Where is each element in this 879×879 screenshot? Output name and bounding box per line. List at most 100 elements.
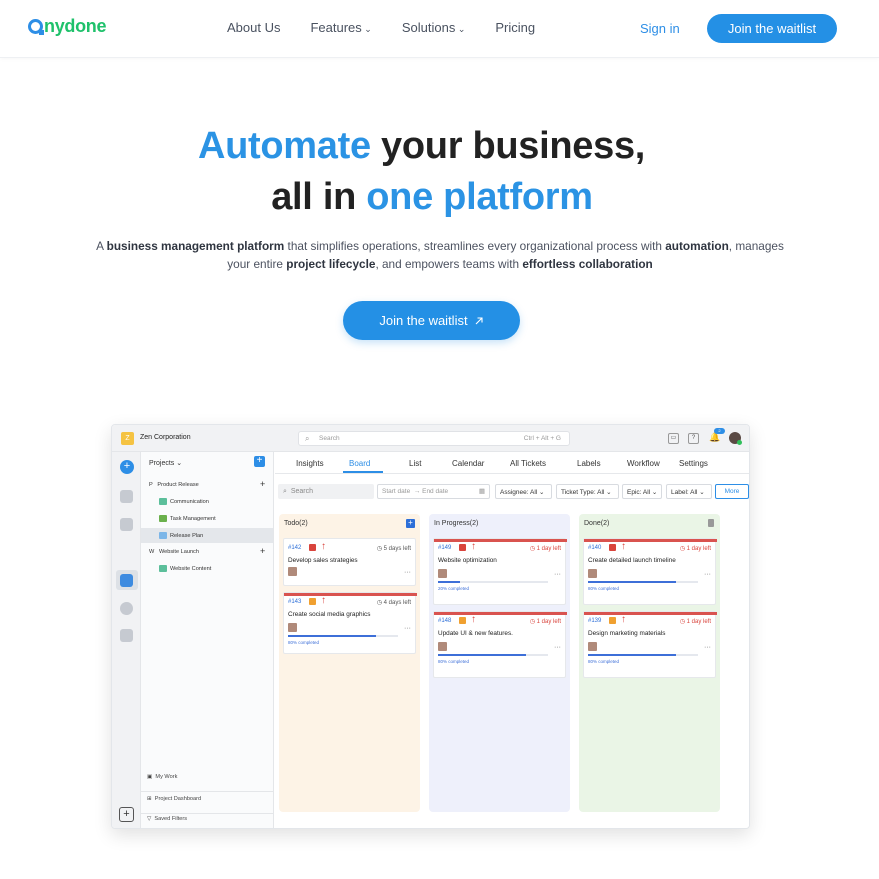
progress-label: 80% completed <box>438 659 470 664</box>
card-menu-icon[interactable]: ··· <box>554 644 561 651</box>
add-subitem-icon[interactable]: + <box>260 546 265 556</box>
card-title: Design marketing materials <box>588 630 666 637</box>
app-search-bar[interactable]: ⌕ Search Ctrl + Alt + G <box>298 431 570 446</box>
assignee-avatar <box>288 623 297 632</box>
sign-in-link[interactable]: Sign in <box>640 21 680 36</box>
card-menu-icon[interactable]: ··· <box>404 569 411 576</box>
onydone-logo[interactable]: nydone <box>28 16 107 37</box>
top-navbar: nydone About Us Features Solutions Prici… <box>0 0 879 58</box>
progress-label: 80% completed <box>588 659 620 664</box>
progress-fill <box>438 581 460 583</box>
card-menu-icon[interactable]: ··· <box>704 571 711 578</box>
add-project-button[interactable]: + <box>254 456 265 467</box>
priority-icon <box>609 544 616 551</box>
apps-grid-icon[interactable] <box>120 629 133 642</box>
card-menu-icon[interactable]: ··· <box>554 571 561 578</box>
tab-workflow[interactable]: Workflow <box>627 459 660 468</box>
assignee-filter[interactable]: Assignee: All ⌄ <box>495 484 552 499</box>
home-icon[interactable] <box>120 490 133 503</box>
task-card[interactable]: #143 ↑ ◷ 4 days left Create social media gr… <box>283 592 417 654</box>
task-card[interactable]: #148 ↑ ◷ 1 day left Update UI & new feature… <box>433 611 567 678</box>
card-status-stripe <box>284 593 417 596</box>
project-sidebar: Projects ⌄ + P Product Release + Communi… <box>141 452 274 828</box>
task-card[interactable]: #140 ↑ ◷ 1 day left Create detailed launch … <box>583 538 717 605</box>
online-status-dot <box>737 440 742 445</box>
help-icon[interactable]: ? <box>688 433 699 444</box>
org-avatar: Z <box>121 432 134 445</box>
progress-bar <box>288 635 398 637</box>
trash-icon[interactable] <box>708 519 714 527</box>
org-name: Zen Corporation <box>140 434 191 441</box>
nav-about-us[interactable]: About Us <box>227 20 280 35</box>
add-workspace-icon[interactable]: + <box>119 807 134 822</box>
progress-bar <box>438 654 548 656</box>
label-filter[interactable]: Label: All ⌄ <box>666 484 712 499</box>
chat-icon[interactable] <box>120 518 133 531</box>
logo-text: nydone <box>44 16 107 36</box>
app-preview-screenshot: Z Zen Corporation ⌕ Search Ctrl + Alt + … <box>111 424 750 829</box>
task-card[interactable]: #149 ↑ ◷ 1 day left Website optimization ···… <box>433 538 567 605</box>
card-title: Create detailed launch timeline <box>588 557 676 564</box>
column-title: Todo(2) <box>284 520 308 527</box>
tab-calendar[interactable]: Calendar <box>452 459 484 468</box>
tree-item-website-content[interactable]: Website Content <box>159 565 211 572</box>
epic-filter[interactable]: Epic: All ⌄ <box>622 484 662 499</box>
progress-bar <box>588 654 698 656</box>
progress-fill <box>288 635 376 637</box>
settings-gear-icon[interactable] <box>120 602 133 615</box>
tree-item-communication[interactable]: Communication <box>159 498 209 505</box>
add-card-icon[interactable]: + <box>406 519 415 528</box>
due-date: ◷ 1 day left <box>529 546 561 552</box>
my-work-link[interactable]: ▣ My Work <box>147 774 177 780</box>
card-status-stripe <box>584 539 717 542</box>
search-icon: ⌕ <box>305 434 310 443</box>
create-icon[interactable]: + <box>120 460 134 474</box>
hero-subtitle: A business management platform that simp… <box>96 239 784 271</box>
add-subitem-icon[interactable]: + <box>260 479 265 489</box>
display-icon[interactable]: ▭ <box>668 433 679 444</box>
tab-list[interactable]: List <box>409 459 421 468</box>
date-range-picker[interactable]: Start date → End date ▦ <box>377 484 490 499</box>
assignee-avatar <box>288 567 297 576</box>
tree-item-release-plan[interactable]: Release Plan <box>159 532 203 539</box>
priority-icon <box>459 544 466 551</box>
ticket-id: #142 <box>288 545 302 551</box>
more-filters-button[interactable]: More <box>715 484 749 499</box>
card-menu-icon[interactable]: ··· <box>404 625 411 632</box>
notification-badge: 2 <box>714 428 725 434</box>
card-title: Create social media graphics <box>288 611 371 618</box>
tab-board[interactable]: Board <box>349 459 370 468</box>
tab-insights[interactable]: Insights <box>296 459 324 468</box>
nav-pricing[interactable]: Pricing <box>495 20 535 35</box>
tree-item-product-release[interactable]: P Product Release <box>149 482 199 488</box>
task-card[interactable]: #139 ↑ ◷ 1 day left Design marketing materi… <box>583 611 717 678</box>
kanban-column: Todo(2) + #142 ↑ ◷ 5 days left Develop sales … <box>279 514 420 812</box>
join-waitlist-hero-label: Join the waitlist <box>379 313 468 328</box>
card-menu-icon[interactable]: ··· <box>704 644 711 651</box>
tab-all-tickets[interactable]: All Tickets <box>510 459 546 468</box>
projects-dropdown[interactable]: Projects ⌄ <box>149 459 182 467</box>
join-waitlist-hero-button[interactable]: Join the waitlist <box>343 301 520 340</box>
nav-solutions[interactable]: Solutions <box>402 20 466 35</box>
tab-settings[interactable]: Settings <box>679 459 708 468</box>
ticket-type-filter[interactable]: Ticket Type: All ⌄ <box>556 484 619 499</box>
board-search-input[interactable]: ⌕ Search <box>278 484 374 499</box>
tree-item-task-management[interactable]: Task Management <box>159 515 216 522</box>
nav-links: About Us Features Solutions Pricing <box>227 20 535 35</box>
nav-features[interactable]: Features <box>310 20 371 35</box>
tab-labels[interactable]: Labels <box>577 459 601 468</box>
due-date: ◷ 1 day left <box>679 619 711 625</box>
arrow-up-icon: ↑ <box>471 614 476 625</box>
folder-icon <box>159 532 167 539</box>
join-waitlist-nav-button[interactable]: Join the waitlist <box>707 14 837 43</box>
tree-item-website-launch[interactable]: W Website Launch <box>149 549 199 555</box>
folder-icon <box>159 565 167 572</box>
arrow-up-icon: ↑ <box>621 614 626 625</box>
saved-filters-link[interactable]: ▽ Saved Filters <box>147 816 187 822</box>
card-status-stripe <box>434 612 567 615</box>
board-filters: ⌕ Search Start date → End date ▦ Assignee… <box>275 484 749 500</box>
task-card[interactable]: #142 ↑ ◷ 5 days left Develop sales strategi… <box>283 538 416 586</box>
project-dashboard-link[interactable]: ⊞ Project Dashboard <box>147 796 201 802</box>
projects-icon[interactable] <box>120 574 133 587</box>
due-date: ◷ 5 days left <box>376 546 411 552</box>
